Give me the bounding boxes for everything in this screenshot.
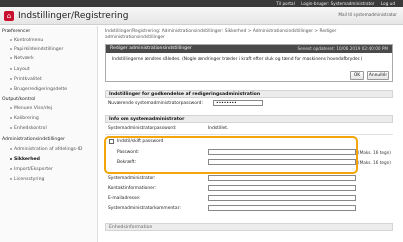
admin-name-input[interactable] xyxy=(208,175,356,181)
bullet-icon xyxy=(10,56,12,59)
edit-panel: Rediger administrationsindstillinger Sen… xyxy=(105,44,393,82)
sidebar: Præferencer Kontrolmenu Papirkildeindsti… xyxy=(0,26,98,242)
page-title: Indstillinger/Registrering xyxy=(18,11,129,21)
mail-admin-link[interactable]: Mail til systemadministrator xyxy=(338,12,397,17)
sidebar-item-label: Kalibrering xyxy=(14,116,39,121)
sidebar-item-import-export[interactable]: Import/Eksporter xyxy=(10,167,53,172)
edit-panel-message: Indstillingerne ændres således. (Nogle æ… xyxy=(112,57,363,62)
divider xyxy=(105,134,393,135)
bullet-icon xyxy=(10,77,12,80)
sidebar-item-display-menu[interactable]: Menuen Visn/dej xyxy=(10,106,52,111)
sidebar-item-label: Printkvalitet xyxy=(14,77,42,82)
sidebar-item-label: Enhedskontrol xyxy=(14,126,47,131)
edit-panel-header: Rediger administrationsindstillinger Sen… xyxy=(106,45,392,53)
sysadmin-section-header: Info om systemadministrator xyxy=(105,115,393,123)
breadcrumb: Indstillinger/Registrering: Administrati… xyxy=(105,29,337,40)
sidebar-item-license[interactable]: Licensstyring xyxy=(10,177,44,182)
password-status-label: Systemadministratorpassword: xyxy=(108,126,177,131)
contact-input[interactable] xyxy=(208,185,356,191)
comment-input[interactable] xyxy=(208,205,356,211)
device-info-section-header: Enhedsinformation xyxy=(105,223,393,231)
logout-link[interactable]: Log ud xyxy=(381,1,395,6)
email-label: E-mailadresse: xyxy=(108,196,141,201)
portal-link[interactable]: Til portal xyxy=(276,1,294,6)
sidebar-item-control-menu[interactable]: Kontrolmenu xyxy=(10,38,43,43)
bullet-icon xyxy=(10,147,12,150)
top-links: Til portal Login-bruger: Systemadministr… xyxy=(271,1,395,6)
top-bar: Til portal Login-bruger: Systemadministr… xyxy=(0,0,403,7)
sidebar-item-network[interactable]: Netværk xyxy=(10,56,34,61)
sidebar-item-calibration[interactable]: Kalibrering xyxy=(10,116,39,121)
ok-button[interactable]: OK xyxy=(350,71,364,80)
main-content: Indstillinger/Registrering: Administrati… xyxy=(100,26,400,242)
sidebar-item-paper-source[interactable]: Papirkildeindstillinger xyxy=(10,47,63,52)
sidebar-item-security[interactable]: Sikkerhed xyxy=(10,157,40,162)
sidebar-item-print-quality[interactable]: Printkvalitet xyxy=(10,77,42,82)
sidebar-item-label: Netværk xyxy=(14,56,34,61)
password-hint: (Maks. 16 tegn) xyxy=(358,150,391,155)
bullet-icon xyxy=(10,126,12,129)
sidebar-section-output[interactable]: Output/kontrol xyxy=(2,97,35,102)
login-user-text: Login-bruger: Systemadministrator xyxy=(301,1,375,6)
admin-name-label: Systemadministrator: xyxy=(108,176,156,181)
sidebar-section-preferences[interactable]: Præferencer xyxy=(2,29,30,34)
sidebar-item-user-shared[interactable]: Brugerredigeringsdelte xyxy=(10,87,67,92)
sidebar-item-label: Licensstyring xyxy=(14,177,45,182)
home-icon[interactable]: ⌂ xyxy=(4,11,14,21)
sidebar-item-label: Layout xyxy=(14,67,30,72)
bullet-icon xyxy=(10,157,12,160)
sidebar-item-device-control[interactable]: Enhedskontrol xyxy=(10,126,47,131)
cancel-button[interactable]: Annullér xyxy=(367,71,389,80)
sidebar-item-dept-id[interactable]: Administration af afdelings-ID xyxy=(10,147,82,152)
sidebar-item-label: Sikkerhed xyxy=(14,157,40,162)
bullet-icon xyxy=(10,47,12,50)
bullet-icon xyxy=(10,67,12,70)
sidebar-item-label: Brugerredigeringsdelte xyxy=(14,87,68,92)
sidebar-item-layout[interactable]: Layout xyxy=(10,67,30,72)
sidebar-item-label: Import/Eksporter xyxy=(14,167,53,172)
bullet-icon xyxy=(10,38,12,41)
sidebar-item-label: Menuen Visn/dej xyxy=(14,106,52,111)
bullet-icon xyxy=(10,87,12,90)
bullet-icon xyxy=(10,106,12,109)
edit-panel-title: Rediger administrationsindstillinger xyxy=(110,46,192,51)
sidebar-item-label: Kontrolmenu xyxy=(14,38,44,43)
page-header: ⌂ Indstillinger/Registrering Mail til sy… xyxy=(0,7,403,25)
password-status-value: Indstillet. xyxy=(208,126,229,131)
highlight-frame xyxy=(104,136,358,174)
auth-section-header: Indstillinger for godkendelse af rediger… xyxy=(105,90,393,98)
confirm-hint: (Maks. 16 tegn) xyxy=(358,160,391,165)
current-password-input[interactable]: •••••••• xyxy=(213,100,263,106)
sidebar-section-admin[interactable]: Administrationsindstillinger xyxy=(2,137,65,142)
bullet-icon xyxy=(10,167,12,170)
sidebar-item-label: Papirkildeindstillinger xyxy=(14,47,64,52)
comment-label: Systemadministratorkommentar: xyxy=(108,206,181,211)
bullet-icon xyxy=(10,177,12,180)
last-updated: Senest opdateret: 10/06 2019 02:40:00 PM xyxy=(297,46,388,51)
current-password-label: Nuværende systemadministratorpassword: xyxy=(108,101,203,106)
bullet-icon xyxy=(10,116,12,119)
contact-label: Kontaktinformationer: xyxy=(108,186,157,191)
sidebar-item-label: Administration af afdelings-ID xyxy=(14,147,83,152)
email-input[interactable] xyxy=(208,195,356,201)
